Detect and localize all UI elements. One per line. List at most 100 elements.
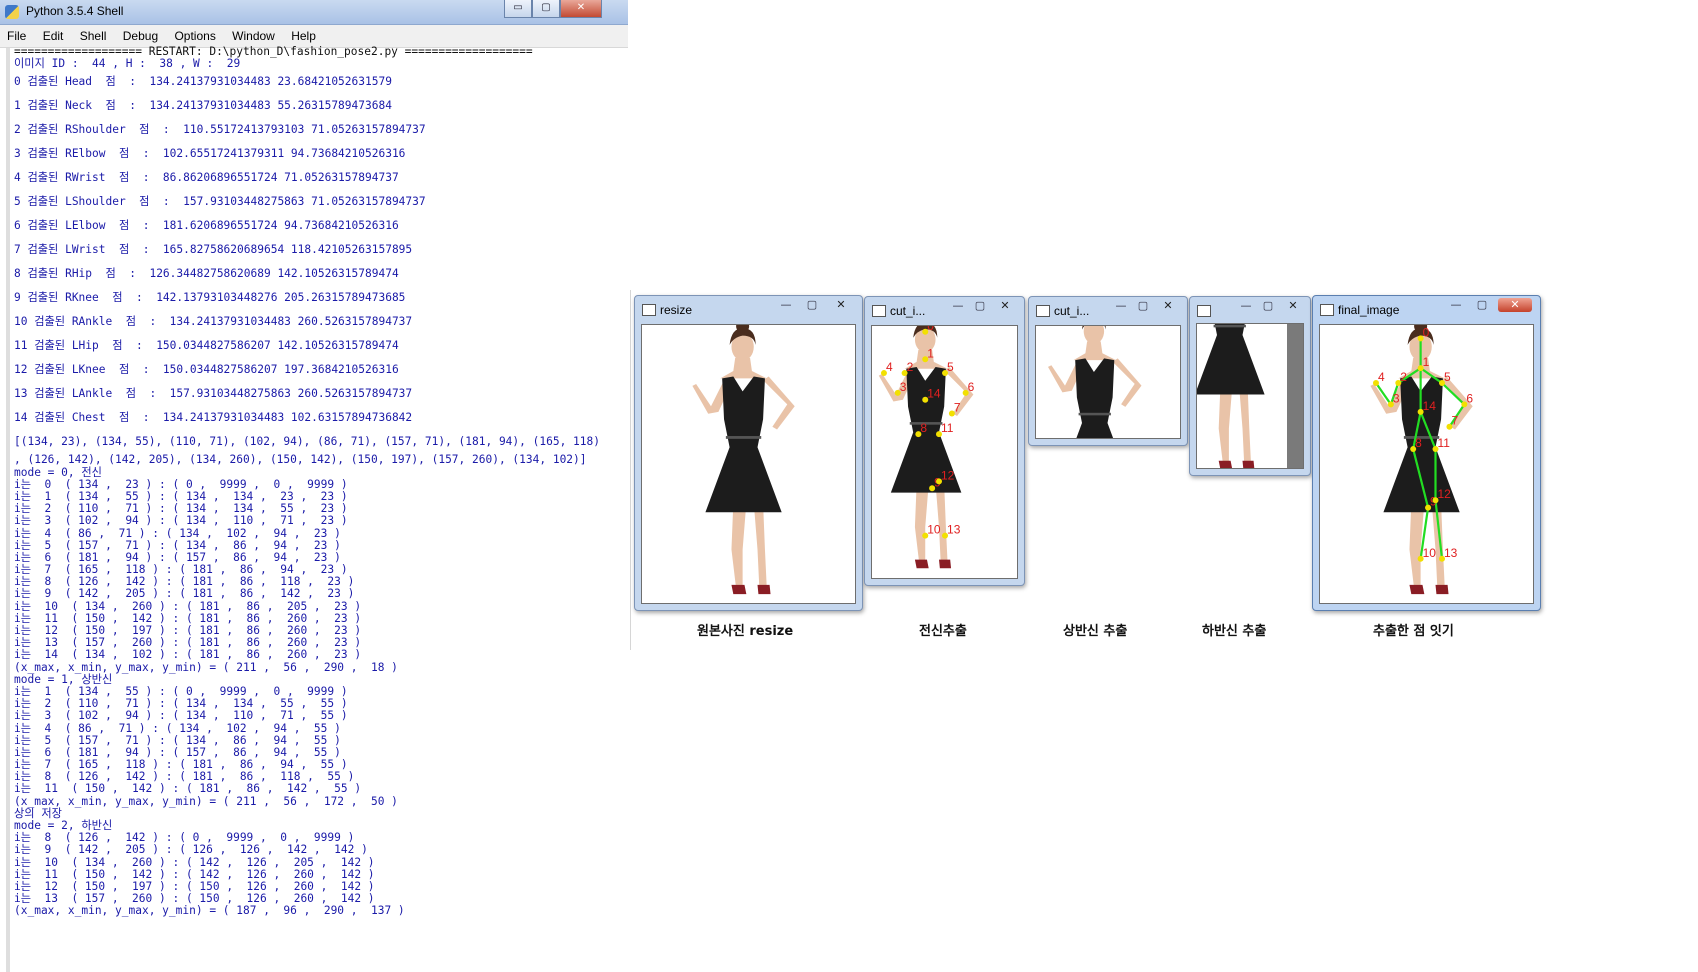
cut-full-window-title: cut_i... [890,304,926,318]
menu-debug[interactable]: Debug [116,25,164,43]
woman-figure [1048,326,1142,438]
keypoint-label: 14 [1423,399,1437,413]
window-icon [872,305,886,317]
minimize-icon[interactable]: — [1236,299,1256,313]
left-arm [763,376,795,430]
woman-figure [1197,324,1265,468]
minimize-icon[interactable]: ▭ [504,0,532,18]
shell-output-line: i는 4 ( 86 , 71 ) : ( 134 , 102 , 94 , 55… [14,721,341,735]
divider [630,290,631,650]
woman-photo-keypoints: 01234567891011121314 [878,326,975,569]
belt [1078,412,1111,416]
cut-upper-window[interactable]: cut_i... — ▢ ✕ [1028,296,1188,446]
cut-upper-window-title: cut_i... [1054,304,1090,318]
resize-image [641,324,856,604]
shell-window-controls: ▭ ▢ ✕ [504,0,602,18]
maximize-icon[interactable]: ▢ [1133,299,1153,313]
maximize-icon[interactable]: ▢ [970,299,990,313]
cut-lower-window[interactable]: — ▢ ✕ [1189,296,1311,476]
keypoint-label: 6 [1466,391,1473,405]
keypoint-label: 1 [1423,355,1430,369]
close-icon[interactable]: ✕ [560,0,602,18]
shell-output-line: i는 3 ( 102 , 94 ) : ( 134 , 110 , 71 , 2… [14,514,348,528]
final-image-window-titlebar[interactable]: final_image — ▢ ✕ [1313,296,1540,322]
maximize-icon[interactable]: ▢ [1258,299,1278,313]
gray-strip [1287,324,1303,468]
cut-full-window-titlebar[interactable]: cut_i... — ▢ ✕ [865,297,1024,323]
black-dress [1075,358,1115,438]
cut-full-window[interactable]: cut_i... — ▢ ✕ 01234567891011121314 [864,296,1025,586]
shell-output-line: (x_max, x_min, y_max, y_min) = ( 211 , 5… [14,660,398,674]
maximize-icon[interactable]: ▢ [1472,298,1492,312]
menu-edit[interactable]: Edit [36,25,70,43]
menu-options[interactable]: Options [167,25,221,43]
keypoint-label: 7 [954,400,961,414]
shell-output[interactable]: =================== RESTART: D:\python_D… [14,46,626,972]
neck [1073,341,1116,361]
left-shoe [939,559,952,569]
resize-window[interactable]: resize — ▢ ✕ [634,295,863,611]
final-image-window[interactable]: final_image — ▢ ✕ 01234567891011121314 [1312,295,1541,611]
shell-output-line: 14 검출된 Chest 점 : 134.24137931034483 102.… [14,411,413,425]
keypoint-label: 11 [1438,436,1451,450]
keypoint-label: 4 [886,360,893,374]
maximize-icon[interactable]: ▢ [802,298,822,312]
belt [1213,324,1246,328]
keypoint-label: 8 [920,421,927,435]
shell-scrollbar[interactable] [6,48,10,972]
lower-body-photo [1197,324,1303,468]
resize-window-title: resize [660,303,693,317]
upper-body-photo [1048,326,1142,438]
shell-output-line: 8 검출된 RHip 점 : 126.34482758620689 142.10… [14,267,399,281]
final-image: 01234567891011121314 [1319,324,1534,604]
menu-window[interactable]: Window [225,25,281,43]
keypoint-label: 3 [1393,391,1400,405]
keypoint-label: 3 [900,380,907,394]
shell-output-line: i는 4 ( 86 , 71 ) : ( 134 , 102 , 94 , 23… [14,526,341,540]
neck [720,357,767,379]
close-icon[interactable]: ✕ [992,299,1018,313]
minimize-icon[interactable]: — [1111,299,1131,313]
keypoint-label: 13 [947,523,961,537]
shell-titlebar[interactable]: Python 3.5.4 Shell ▭ ▢ ✕ [0,0,628,25]
cut-upper-window-titlebar[interactable]: cut_i... — ▢ ✕ [1029,297,1187,323]
keypoint-label: 2 [907,360,914,374]
keypoint-label: 5 [1444,370,1451,384]
python-icon [5,5,19,19]
cut-upper-image [1035,325,1181,439]
right-shoe [914,559,929,569]
shell-output-line: 5 검출된 LShoulder 점 : 157.93103448275863 7… [14,195,426,209]
shell-output-line: 2 검출된 RShoulder 점 : 110.55172413793103 7… [14,123,426,137]
close-icon[interactable]: ✕ [1155,299,1181,313]
caption-lower: 하반신 추출 [1202,624,1267,639]
shell-output-line: (x_max, x_min, y_max, y_min) = ( 211 , 5… [14,794,398,808]
shell-output-line: i는 10 ( 134 , 260 ) : ( 181 , 86 , 205 ,… [14,599,362,613]
shell-output-line: 9 검출된 RKnee 점 : 142.13793103448276 205.2… [14,291,406,305]
resize-window-titlebar[interactable]: resize — ▢ ✕ [635,296,862,322]
cut-lower-window-titlebar[interactable]: — ▢ ✕ [1190,297,1310,323]
close-icon[interactable]: ✕ [828,298,854,312]
right-shoe [1409,584,1425,595]
right-shoe [1218,460,1233,468]
minimize-icon[interactable]: — [1446,298,1466,312]
minimize-icon[interactable]: — [776,298,796,312]
menu-shell[interactable]: Shell [73,25,113,43]
shell-output-line: 7 검출된 LWrist 점 : 165.82758620689654 118.… [14,243,413,257]
shell-output-line: 11 검출된 LHip 점 : 150.0344827586207 142.10… [14,339,399,353]
belt [725,436,762,439]
shell-output-line: 13 검출된 LAnkle 점 : 157.93103448275863 260… [14,387,413,401]
keypoint-label: 14 [927,387,941,401]
minimize-icon[interactable]: — [948,299,968,313]
maximize-icon[interactable]: ▢ [532,0,560,18]
keypoint-label: 0 [1423,325,1430,339]
keypoint-label: 6 [968,380,975,394]
menu-help[interactable]: Help [284,25,322,43]
shell-output-line: i는 9 ( 142 , 205 ) : ( 181 , 86 , 142 , … [14,587,355,601]
window-icon [642,304,656,316]
menu-file[interactable]: File [0,25,32,43]
close-icon[interactable]: ✕ [1280,299,1306,313]
window-icon [1036,305,1050,317]
keypoint-label: 12 [941,468,955,482]
keypoint-label: 12 [1438,487,1452,501]
close-icon[interactable]: ✕ [1498,298,1532,312]
